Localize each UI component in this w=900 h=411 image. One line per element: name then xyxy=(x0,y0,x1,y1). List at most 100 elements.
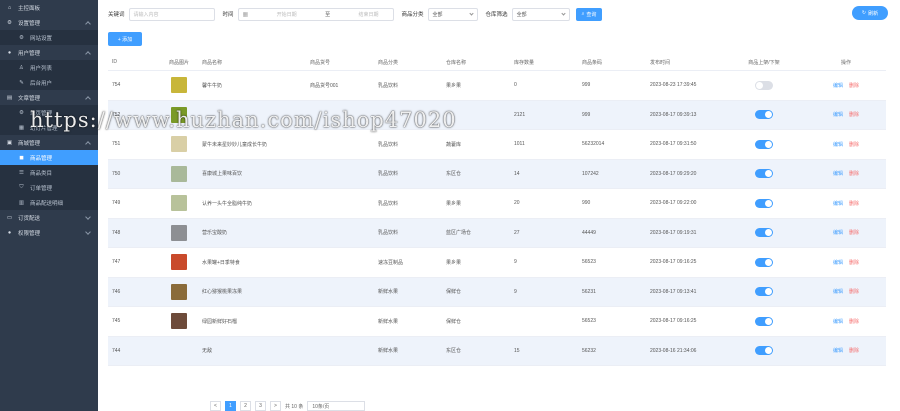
cell-barcode: 990 xyxy=(582,200,591,207)
cell-actions: 编辑 删除 xyxy=(802,141,886,148)
refresh-icon: ↻ xyxy=(861,10,867,16)
product-thumbnail xyxy=(171,106,187,123)
edit-button[interactable]: 编辑 xyxy=(833,200,843,207)
edit-button[interactable]: 编辑 xyxy=(833,170,843,177)
page-size-select[interactable]: 10条/页 xyxy=(307,401,366,411)
cell-status xyxy=(722,139,802,149)
delete-button[interactable]: 删除 xyxy=(849,170,859,177)
sidebar-item-3[interactable]: ● 用户管理 xyxy=(0,45,98,60)
sidebar-item-2[interactable]: ⚙ 网站设置 xyxy=(0,30,98,45)
cell-time: 2023-08-17 09:19:31 xyxy=(650,229,697,236)
store-select[interactable]: 全部 xyxy=(511,7,570,21)
page-3-button[interactable]: 3 xyxy=(255,401,266,411)
sidebar-item-15[interactable]: ● 权限管理 xyxy=(0,225,98,240)
delete-button[interactable]: 删除 xyxy=(849,347,859,354)
delete-button[interactable]: 删除 xyxy=(849,318,859,325)
delete-button[interactable]: 删除 xyxy=(849,111,859,118)
store-value: 全部 xyxy=(516,11,527,18)
sidebar-item-8[interactable]: ▦ 幻灯片管理 xyxy=(0,120,98,135)
sidebar-item-9[interactable]: ▣ 商城管理 xyxy=(0,135,98,150)
product-image-cell xyxy=(156,77,198,94)
column-header: 商品名称 xyxy=(202,59,223,66)
delete-button[interactable]: 删除 xyxy=(849,141,859,148)
delete-button[interactable]: 删除 xyxy=(849,82,859,89)
edit-button[interactable]: 编辑 xyxy=(833,141,843,148)
listing-toggle[interactable] xyxy=(755,169,773,179)
listing-toggle[interactable] xyxy=(755,287,773,297)
sidebar-item-5[interactable]: ✎ 后台用户 xyxy=(0,75,98,90)
cell-barcode: 999 xyxy=(582,82,591,89)
sidebar-item-11[interactable]: ☰ 商品类目 xyxy=(0,165,98,180)
sidebar-item-0[interactable]: ⌂ 主控面板 xyxy=(0,0,98,15)
prev-page-button[interactable]: < xyxy=(210,401,221,411)
page-2-button[interactable]: 2 xyxy=(240,401,251,411)
listing-toggle[interactable] xyxy=(755,316,773,326)
cell-store: 保鲜仓 xyxy=(446,318,462,325)
list-icon: ☰ xyxy=(19,169,24,176)
sidebar-item-label: 文章管理 xyxy=(18,95,41,102)
listing-toggle[interactable] xyxy=(755,228,773,238)
sidebar-item-6[interactable]: ▤ 文章管理 xyxy=(0,90,98,105)
next-page-button[interactable]: > xyxy=(270,401,281,411)
edit-button[interactable]: 编辑 xyxy=(833,259,843,266)
edit-button[interactable]: 编辑 xyxy=(833,229,843,236)
sidebar-item-label: 订单管理 xyxy=(30,185,53,192)
delete-button[interactable]: 删除 xyxy=(849,259,859,266)
sidebar-item-14[interactable]: ▭ 订货配送 xyxy=(0,210,98,225)
category-select[interactable]: 全部 xyxy=(427,7,478,21)
sidebar-item-10[interactable]: ◼ 商品管理 xyxy=(0,150,98,165)
cell-status xyxy=(722,228,802,238)
chevron-icon xyxy=(85,51,91,57)
edit-button[interactable]: 编辑 xyxy=(833,318,843,325)
cell-time: 2023-08-17 09:39:13 xyxy=(650,111,697,118)
cell-stock: 0 xyxy=(514,82,517,89)
edit-button[interactable]: 编辑 xyxy=(833,111,843,118)
sidebar-item-13[interactable]: ▥ 商品配送明细 xyxy=(0,195,98,210)
sidebar-item-7[interactable]: ⚙ 单页管理 xyxy=(0,105,98,120)
cell-time: 2023-08-17 09:22:00 xyxy=(650,200,697,207)
cell-name: 喜康城上果味百饮 xyxy=(202,171,243,178)
table-row: 746 红心猕猴桃果冻果 新鲜水果 保鲜仓 9 56231 2023-08-17 09:13… xyxy=(108,277,886,307)
listing-toggle[interactable] xyxy=(755,198,773,208)
sidebar-item-12[interactable]: ⛉ 订单管理 xyxy=(0,180,98,195)
listing-toggle[interactable] xyxy=(755,139,773,149)
cell-id: 744 xyxy=(112,347,121,354)
cell-stock: 9 xyxy=(514,288,517,295)
search-button[interactable]: ⌕ 查询 xyxy=(575,7,603,21)
cell-category: 乳品饮料 xyxy=(378,200,399,207)
date-range-picker[interactable]: ▦ 开始日期 至 结束日期 xyxy=(237,7,394,21)
receipt-icon: ▥ xyxy=(18,199,25,206)
edit-button[interactable]: 编辑 xyxy=(833,288,843,295)
delete-button[interactable]: 删除 xyxy=(849,288,859,295)
edit-button[interactable]: 编辑 xyxy=(833,82,843,89)
range-separator: 至 xyxy=(325,11,331,18)
time-label: 时间 xyxy=(222,12,234,18)
cell-name: 馨牛牛奶 xyxy=(202,82,223,89)
delete-button[interactable]: 删除 xyxy=(849,229,859,236)
cell-category: 乳品饮料 xyxy=(378,141,399,148)
sidebar-item-label: 商品管理 xyxy=(30,155,53,162)
refresh-button[interactable]: ↻ 刷新 xyxy=(852,6,888,20)
delete-button[interactable]: 删除 xyxy=(849,200,859,207)
cell-stock: 15 xyxy=(514,347,520,354)
cell-barcode: 999 xyxy=(582,111,591,118)
table-row: 752 2121 999 2023-08-17 09:39:13 编辑 删除 xyxy=(108,100,886,130)
listing-toggle[interactable] xyxy=(755,346,773,356)
cell-stock: 27 xyxy=(514,229,520,236)
keyword-input[interactable]: 请输入内容 xyxy=(128,7,215,21)
add-button[interactable]: + 添加 xyxy=(108,32,142,46)
listing-toggle[interactable] xyxy=(755,80,773,90)
listing-toggle[interactable] xyxy=(755,110,773,120)
table-row: 744 无敌 新鲜水果 东区仓 15 56232 2023-08-16 21:34:06 编辑… xyxy=(108,336,886,366)
cell-actions: 编辑 删除 xyxy=(802,200,886,207)
cell-status xyxy=(722,287,802,297)
page-1-button[interactable]: 1 xyxy=(225,401,236,411)
cell-status xyxy=(722,80,802,90)
listing-toggle[interactable] xyxy=(755,257,773,267)
column-header: 商品货号 xyxy=(310,59,331,66)
cell-barcode: 56523 xyxy=(582,318,596,325)
sidebar-item-1[interactable]: ⚙ 设置管理 xyxy=(0,15,98,30)
sidebar-item-4[interactable]: ♙ 用户列表 xyxy=(0,60,98,75)
shop-icon: ▣ xyxy=(6,139,13,146)
edit-button[interactable]: 编辑 xyxy=(833,347,843,354)
